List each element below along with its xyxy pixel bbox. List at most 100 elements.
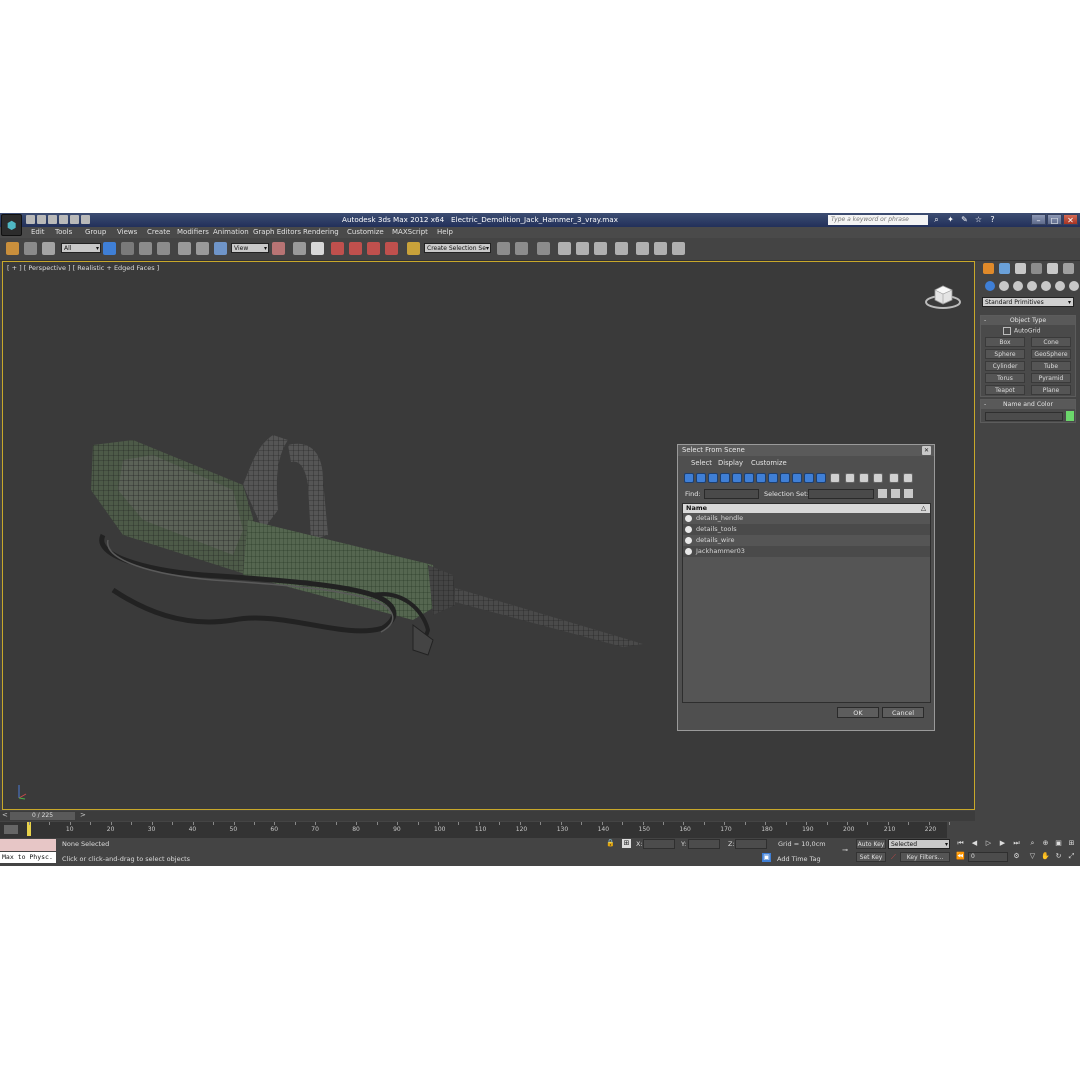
zoom-icon[interactable]: ⌕ — [1028, 839, 1037, 848]
curve-editor-icon[interactable] — [576, 242, 589, 255]
display-lights-icon[interactable] — [708, 473, 718, 483]
previous-frame-icon[interactable]: ◀ — [970, 839, 979, 848]
cone-button[interactable]: Cone — [1031, 337, 1071, 347]
zoom-extents-all-icon[interactable]: ⊞ — [1067, 839, 1076, 848]
sphere-button[interactable]: Sphere — [985, 349, 1025, 359]
help-icon[interactable]: ? — [988, 215, 997, 224]
display-xrefs-icon[interactable] — [768, 473, 778, 483]
plane-button[interactable]: Plane — [1031, 385, 1071, 395]
redo-icon[interactable] — [70, 215, 79, 224]
create-selection-set-icon[interactable] — [878, 489, 887, 498]
pan-view-icon[interactable]: ✋ — [1041, 852, 1050, 861]
undo-icon[interactable] — [59, 215, 68, 224]
maximize-viewport-icon[interactable]: ⤢ — [1067, 852, 1076, 861]
find-input[interactable] — [704, 489, 759, 499]
menu-customize[interactable]: Customize — [347, 228, 384, 236]
add-time-tag[interactable]: Add Time Tag — [777, 855, 821, 863]
time-tag-icon[interactable]: ▣ — [762, 853, 771, 862]
tube-button[interactable]: Tube — [1031, 361, 1071, 371]
menu-group[interactable]: Group — [85, 228, 106, 236]
z-coordinate-input[interactable] — [735, 839, 767, 849]
teapot-button[interactable]: Teapot — [985, 385, 1025, 395]
keyboard-shortcut-override-icon[interactable] — [311, 242, 324, 255]
align-icon[interactable] — [515, 242, 528, 255]
save-file-icon[interactable] — [48, 215, 57, 224]
angle-snap-icon[interactable] — [349, 242, 362, 255]
x-coordinate-input[interactable] — [643, 839, 675, 849]
orbit-icon[interactable]: ↻ — [1054, 852, 1063, 861]
display-geometry-icon[interactable] — [684, 473, 694, 483]
filter-icon[interactable] — [889, 473, 899, 483]
primitive-type-dropdown[interactable]: Standard Primitives ▾ — [982, 297, 1074, 307]
go-to-end-icon[interactable]: ⏭ — [1012, 839, 1021, 848]
set-key-mode-key-icon[interactable]: ⊸ — [838, 846, 852, 855]
viewcube-icon[interactable] — [925, 280, 961, 312]
app-logo-icon[interactable]: ⬢ — [1, 214, 22, 236]
lights-category-icon[interactable] — [1013, 281, 1023, 291]
display-groups-icon[interactable] — [756, 473, 766, 483]
play-icon[interactable]: ▷ — [984, 839, 993, 848]
window-crossing-icon[interactable] — [157, 242, 170, 255]
time-slider-prev-icon[interactable]: < — [2, 811, 8, 819]
layer-manager-icon[interactable] — [537, 242, 550, 255]
spinner-snap-icon[interactable] — [385, 242, 398, 255]
name-and-color-header[interactable]: - Name and Color — [981, 400, 1075, 409]
display-invert-icon[interactable] — [859, 473, 869, 483]
key-mode-dropdown[interactable]: Selected ▾ — [888, 839, 950, 849]
display-none-icon[interactable] — [845, 473, 855, 483]
ok-button[interactable]: OK — [837, 707, 879, 718]
filter-options-icon[interactable] — [903, 473, 913, 483]
absolute-mode-icon[interactable]: ⊞ — [622, 839, 631, 848]
selection-filter-dropdown[interactable]: All ▾ — [61, 243, 101, 253]
reference-coordinate-dropdown[interactable]: View ▾ — [231, 243, 269, 253]
display-bones-icon[interactable] — [780, 473, 790, 483]
display-helpers-icon[interactable] — [732, 473, 742, 483]
systems-category-icon[interactable] — [1069, 281, 1079, 291]
move-icon[interactable] — [178, 242, 191, 255]
menu-rendering[interactable]: Rendering — [303, 228, 339, 236]
edit-selection-set-icon[interactable] — [904, 489, 913, 498]
object-name-input[interactable] — [985, 412, 1063, 421]
unlink-icon[interactable] — [24, 242, 37, 255]
helpers-category-icon[interactable] — [1041, 281, 1051, 291]
key-mode-toggle-icon[interactable]: ⏪ — [956, 852, 965, 861]
minimize-icon[interactable]: – — [1031, 214, 1046, 225]
display-hidden-icon[interactable] — [816, 473, 826, 483]
display-space-warps-icon[interactable] — [744, 473, 754, 483]
track-bar[interactable]: 10 20 30 40 50 60 70 80 90 100 110 120 130 140 150 160 1… — [0, 822, 951, 838]
key-filters-button[interactable]: Key Filters... — [900, 852, 950, 862]
display-cameras-icon[interactable] — [720, 473, 730, 483]
modify-tab-icon[interactable] — [999, 263, 1010, 274]
time-slider-handle[interactable]: 0 / 225 — [10, 812, 75, 820]
set-key-button[interactable]: Set Key — [856, 852, 886, 862]
menu-maxscript[interactable]: MAXScript — [392, 228, 428, 236]
jackhammer-model[interactable] — [83, 370, 653, 670]
pivot-center-icon[interactable] — [272, 242, 285, 255]
scale-icon[interactable] — [214, 242, 227, 255]
mirror-icon[interactable] — [497, 242, 510, 255]
maxscript-listener-input[interactable]: Max to Physc. — [0, 852, 56, 863]
cylinder-button[interactable]: Cylinder — [985, 361, 1025, 371]
list-item[interactable]: details_tools — [683, 524, 930, 535]
selection-set-dropdown[interactable] — [808, 489, 874, 499]
select-by-name-icon[interactable] — [121, 242, 134, 255]
zoom-all-icon[interactable]: ⊕ — [1041, 839, 1050, 848]
box-button[interactable]: Box — [985, 337, 1025, 347]
key-filter-icon[interactable]: ⟋ — [889, 853, 898, 862]
space-warps-category-icon[interactable] — [1055, 281, 1065, 291]
maxscript-mini-listener[interactable] — [0, 839, 56, 851]
percent-snap-icon[interactable] — [367, 242, 380, 255]
go-to-start-icon[interactable]: ⏮ — [956, 839, 965, 848]
display-shapes-icon[interactable] — [696, 473, 706, 483]
time-slider[interactable]: < 0 / 225 > — [0, 811, 975, 821]
object-color-swatch[interactable] — [1066, 411, 1074, 421]
perspective-viewport[interactable]: [ + ] [ Perspective ] [ Realistic + Edge… — [2, 261, 975, 810]
viewport-label[interactable]: [ + ] [ Perspective ] [ Realistic + Edge… — [7, 264, 159, 272]
menu-create[interactable]: Create — [147, 228, 170, 236]
display-containers-icon[interactable] — [792, 473, 802, 483]
shapes-category-icon[interactable] — [999, 281, 1009, 291]
infocenter-search-input[interactable]: Type a keyword or phrase — [828, 215, 928, 225]
field-of-view-icon[interactable]: ▽ — [1028, 852, 1037, 861]
list-item[interactable]: details_wire — [683, 535, 930, 546]
graphite-ribbon-icon[interactable] — [558, 242, 571, 255]
